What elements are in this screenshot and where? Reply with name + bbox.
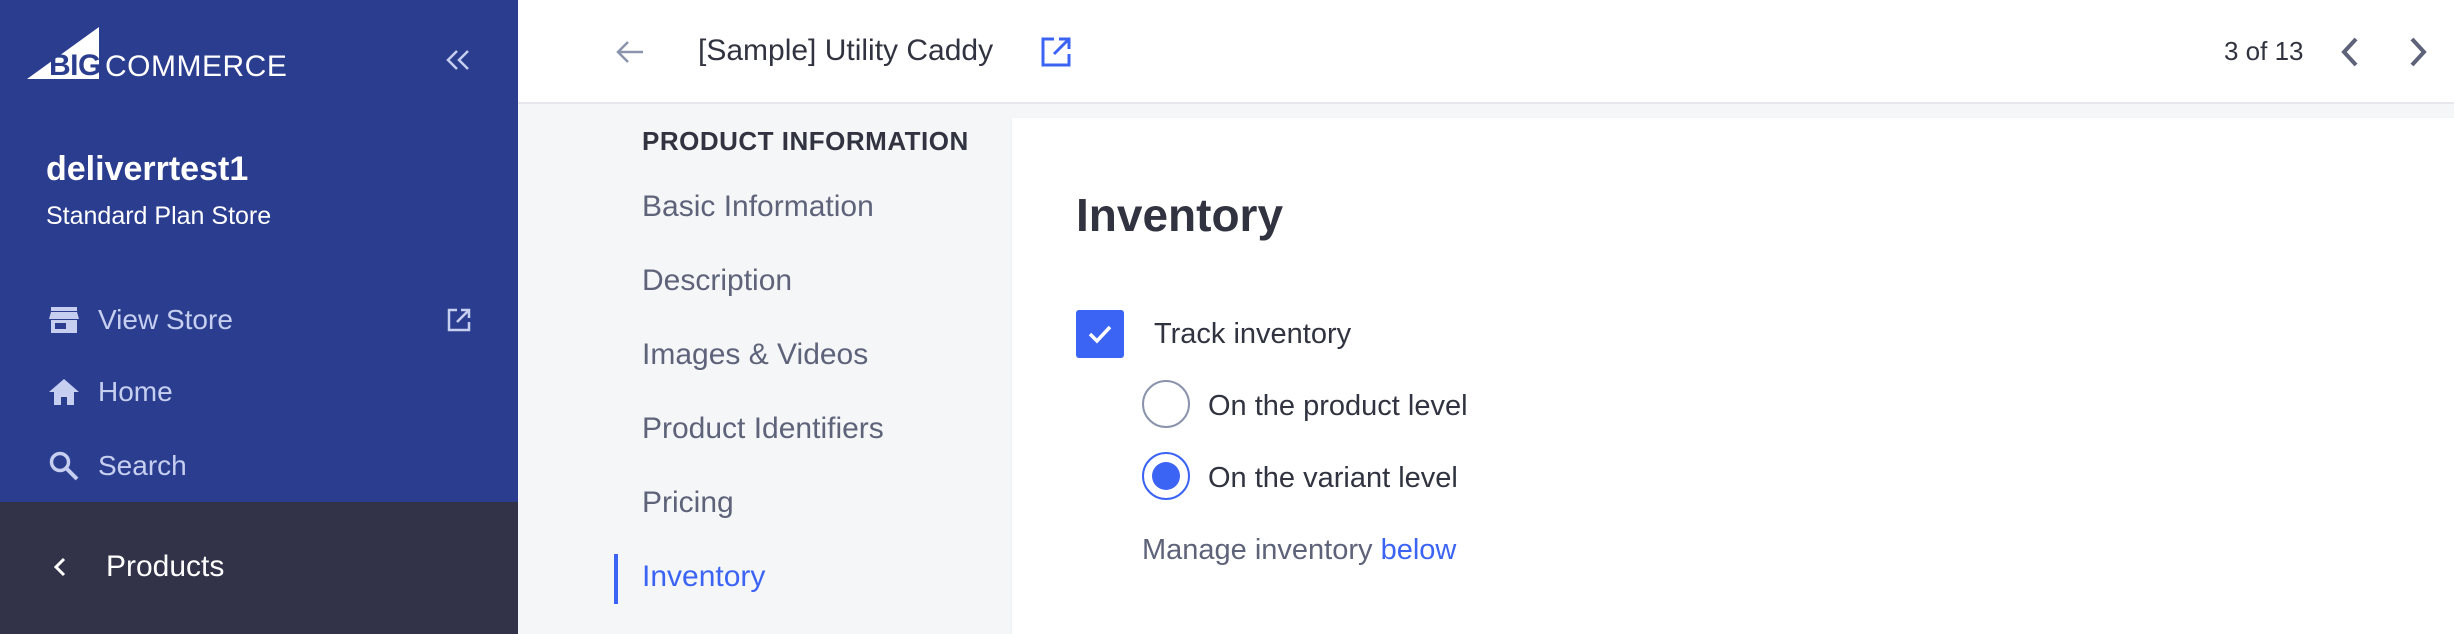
next-product-button[interactable] xyxy=(2396,30,2440,74)
products-label: Products xyxy=(106,550,225,583)
logo-commerce-text: COMMERCE xyxy=(105,50,288,83)
app-root: BIG COMMERCE deliverrtest1 Standard Plan… xyxy=(0,0,2454,634)
subnav-item-inventory[interactable]: Inventory xyxy=(642,560,765,594)
radio-product-level[interactable] xyxy=(1142,380,1190,428)
subnav-item-basic-information[interactable]: Basic Information xyxy=(642,190,874,224)
subnav-item-description[interactable]: Description xyxy=(642,264,792,298)
nav-item-label: Home xyxy=(98,376,173,407)
top-bar: [Sample] Utility Caddy 3 of 13 xyxy=(518,0,2454,104)
products-section: Products xyxy=(0,502,518,634)
product-section-nav: PRODUCT INFORMATION Basic Information De… xyxy=(518,104,1012,634)
inventory-card: Inventory Track inventory On the product… xyxy=(1012,118,2454,634)
active-indicator xyxy=(614,554,618,604)
previous-product-button[interactable] xyxy=(2328,30,2372,74)
chevron-right-icon xyxy=(2410,37,2427,67)
checkmark-icon xyxy=(1088,325,1112,344)
radio-variant-level-label: On the variant level xyxy=(1208,462,1458,494)
main-content: [Sample] Utility Caddy 3 of 13 PRODUCT I… xyxy=(518,0,2454,634)
external-link-icon[interactable] xyxy=(442,303,476,337)
chevron-left-icon xyxy=(2341,37,2358,67)
arrow-left-icon xyxy=(616,41,643,63)
track-inventory-label: Track inventory xyxy=(1154,318,1352,350)
store-name: deliverrtest1 xyxy=(46,150,249,188)
nav-item-search[interactable]: Search xyxy=(46,444,187,488)
nav-item-label: View Store xyxy=(98,304,233,335)
store-plan: Standard Plan Store xyxy=(46,202,272,230)
subnav-heading: PRODUCT INFORMATION xyxy=(642,126,969,156)
chevron-left-icon xyxy=(52,555,76,579)
sidebar: BIG COMMERCE deliverrtest1 Standard Plan… xyxy=(0,0,518,634)
nav-item-label: Search xyxy=(98,450,187,481)
bigcommerce-logo[interactable]: BIG COMMERCE xyxy=(27,27,288,83)
nav-item-products[interactable]: Products xyxy=(52,542,224,592)
manage-inventory-text: Manage inventory below xyxy=(1142,534,1456,567)
subnav-item-product-identifiers[interactable]: Product Identifiers xyxy=(642,412,884,446)
home-icon xyxy=(46,374,82,410)
double-chevron-left-icon xyxy=(446,50,469,70)
inventory-title: Inventory xyxy=(1076,189,1284,241)
subnav-item-pricing[interactable]: Pricing xyxy=(642,486,734,520)
collapse-sidebar-button[interactable] xyxy=(436,38,480,82)
logo-big-text: BIG xyxy=(49,49,101,82)
manage-inventory-prefix: Manage inventory xyxy=(1142,534,1373,566)
radio-product-level-label: On the product level xyxy=(1208,390,1468,422)
open-product-external-button[interactable] xyxy=(1034,30,1078,74)
track-inventory-checkbox[interactable] xyxy=(1076,310,1124,358)
logo-mark: BIG xyxy=(27,27,101,82)
back-button[interactable] xyxy=(608,30,652,74)
external-link-icon xyxy=(1041,37,1071,67)
subnav-item-images-videos[interactable]: Images & Videos xyxy=(642,338,868,372)
product-title: [Sample] Utility Caddy xyxy=(698,34,994,67)
storefront-icon xyxy=(46,302,82,338)
nav-item-home[interactable]: Home xyxy=(46,370,173,414)
pager-count: 3 of 13 xyxy=(2224,36,2304,66)
nav-item-view-store[interactable]: View Store xyxy=(46,298,233,342)
search-icon xyxy=(46,448,82,484)
manage-inventory-below-link[interactable]: below xyxy=(1381,534,1457,566)
radio-variant-level[interactable] xyxy=(1142,452,1190,500)
